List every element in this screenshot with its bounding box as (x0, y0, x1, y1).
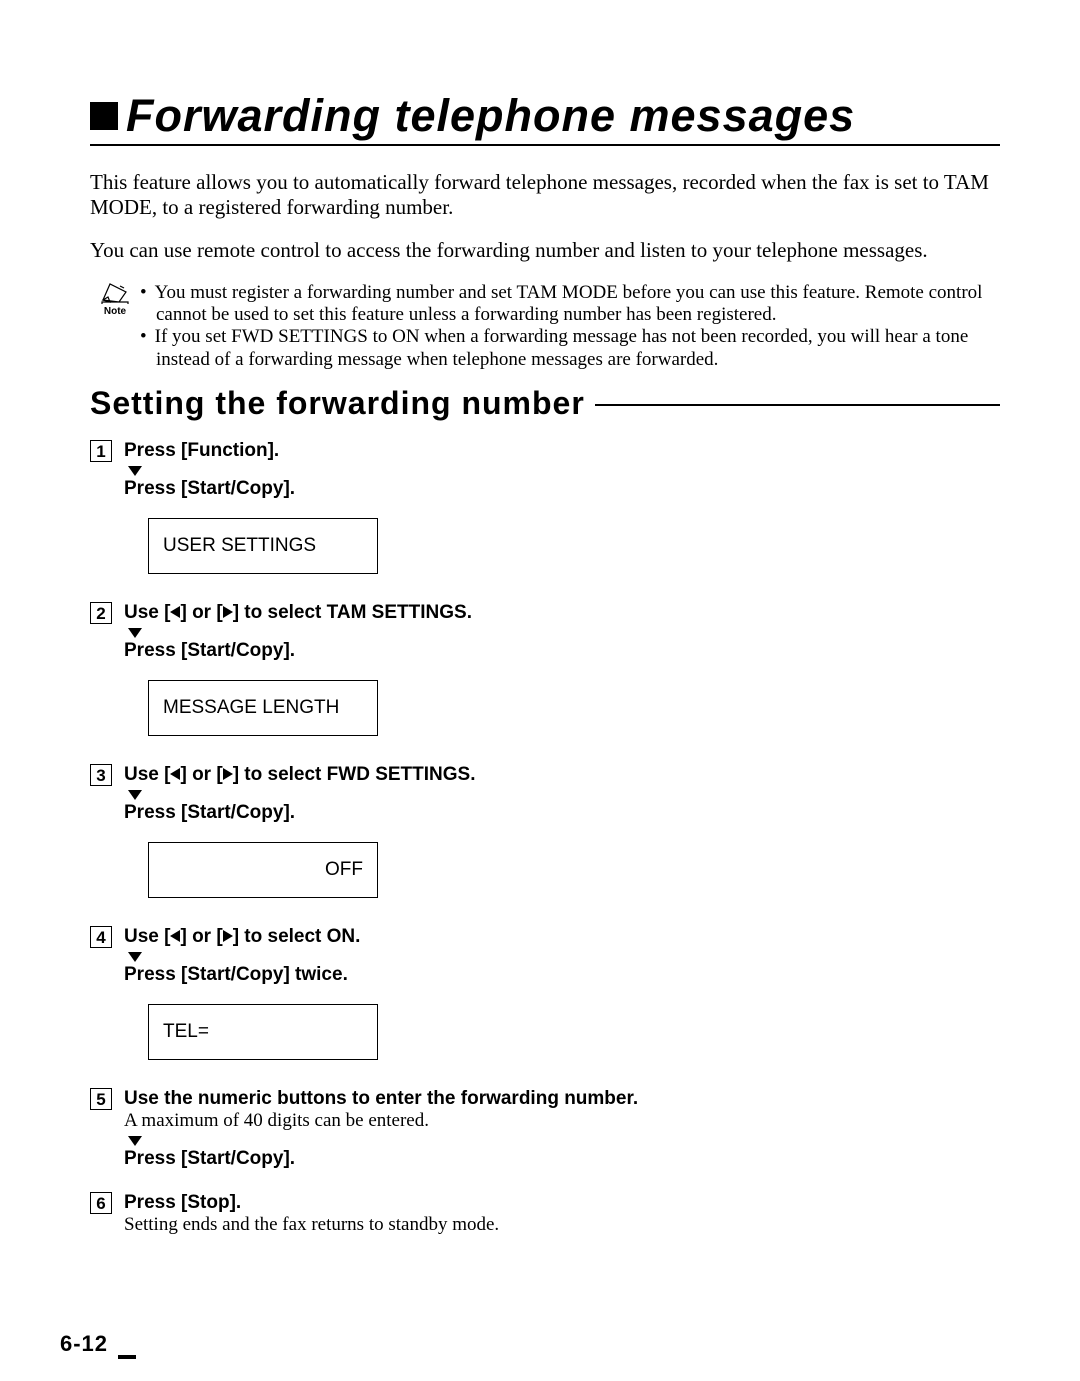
step-4-head: Use [ ] or [ ] to select ON. (124, 926, 1000, 948)
step-2-sub: Press [Start/Copy]. (124, 640, 1000, 662)
left-arrow-icon (170, 606, 180, 618)
step-3-head: Use [ ] or [ ] to select FWD SETTINGS. (124, 764, 1000, 786)
title-bullet-square (90, 102, 118, 130)
step-2-mid: ] or [ (180, 602, 222, 623)
step-5-head: Use the numeric buttons to enter the for… (124, 1088, 1000, 1110)
step-2: 2 Use [ ] or [ ] to select TAM SETTINGS. P… (90, 602, 1000, 760)
page-number-tick (118, 1355, 136, 1359)
step-number-2: 2 (90, 602, 112, 624)
step-1-sub: Press [Start/Copy]. (124, 478, 1000, 500)
step-3-post: ] to select FWD SETTINGS. (233, 764, 476, 785)
page-number: 6-12 (60, 1331, 108, 1357)
step-3-mid: ] or [ (180, 764, 222, 785)
right-arrow-icon (223, 930, 233, 942)
down-arrow-icon (124, 1132, 1000, 1148)
step-4-sub: Press [Start/Copy] twice. (124, 964, 1000, 986)
section-heading-text: Setting the forwarding number (90, 385, 585, 422)
display-message-length: MESSAGE LENGTH (148, 680, 378, 736)
left-arrow-icon (170, 768, 180, 780)
step-number-6: 6 (90, 1192, 112, 1214)
step-2-head: Use [ ] or [ ] to select TAM SETTINGS. (124, 602, 1000, 624)
step-6: 6 Press [Stop]. Setting ends and the fax… (90, 1192, 1000, 1236)
step-5-note: A maximum of 40 digits can be entered. (124, 1110, 1000, 1132)
step-4-mid: ] or [ (180, 926, 222, 947)
display-user-settings: USER SETTINGS (148, 518, 378, 574)
step-number-4: 4 (90, 926, 112, 948)
step-number-3: 3 (90, 764, 112, 786)
display-tel: TEL= (148, 1004, 378, 1060)
step-6-note: Setting ends and the fax returns to stan… (124, 1214, 1000, 1236)
right-arrow-icon (223, 606, 233, 618)
down-arrow-icon (124, 948, 1000, 964)
down-arrow-icon (124, 462, 1000, 478)
right-arrow-icon (223, 768, 233, 780)
display-off: OFF (148, 842, 378, 898)
step-2-pre: Use [ (124, 602, 170, 623)
section-heading: Setting the forwarding number (90, 385, 1000, 422)
main-title-wrap: Forwarding telephone messages (90, 90, 1000, 146)
step-1-head: Press [Function]. (124, 440, 1000, 462)
step-1: 1 Press [Function]. Press [Start/Copy]. … (90, 440, 1000, 598)
step-5: 5 Use the numeric buttons to enter the f… (90, 1088, 1000, 1170)
step-4: 4 Use [ ] or [ ] to select ON. Press [Star… (90, 926, 1000, 1084)
page-number-text: 6-12 (60, 1331, 108, 1356)
step-3-pre: Use [ (124, 764, 170, 785)
step-number-5: 5 (90, 1088, 112, 1110)
heading-underline (595, 404, 1000, 406)
note-icon: Note (90, 282, 140, 317)
note-block: Note You must register a forwarding numb… (90, 282, 1000, 372)
note-item-1: If you set FWD SETTINGS to ON when a for… (140, 326, 1000, 371)
step-2-post: ] to select TAM SETTINGS. (233, 602, 472, 623)
pencil-icon (100, 282, 130, 304)
step-6-head: Press [Stop]. (124, 1192, 1000, 1214)
step-number-1: 1 (90, 440, 112, 462)
step-3-sub: Press [Start/Copy]. (124, 802, 1000, 824)
intro-paragraph-2: You can use remote control to access the… (90, 238, 1000, 263)
down-arrow-icon (124, 624, 1000, 640)
note-list: You must register a forwarding number an… (140, 282, 1000, 372)
step-4-pre: Use [ (124, 926, 170, 947)
left-arrow-icon (170, 930, 180, 942)
note-label: Note (90, 306, 140, 317)
note-item-0: You must register a forwarding number an… (140, 282, 1000, 327)
intro-paragraph-1: This feature allows you to automatically… (90, 170, 1000, 220)
step-5-sub: Press [Start/Copy]. (124, 1148, 1000, 1170)
main-title: Forwarding telephone messages (126, 90, 855, 142)
step-3: 3 Use [ ] or [ ] to select FWD SETTINGS. P… (90, 764, 1000, 922)
step-4-post: ] to select ON. (233, 926, 361, 947)
down-arrow-icon (124, 786, 1000, 802)
